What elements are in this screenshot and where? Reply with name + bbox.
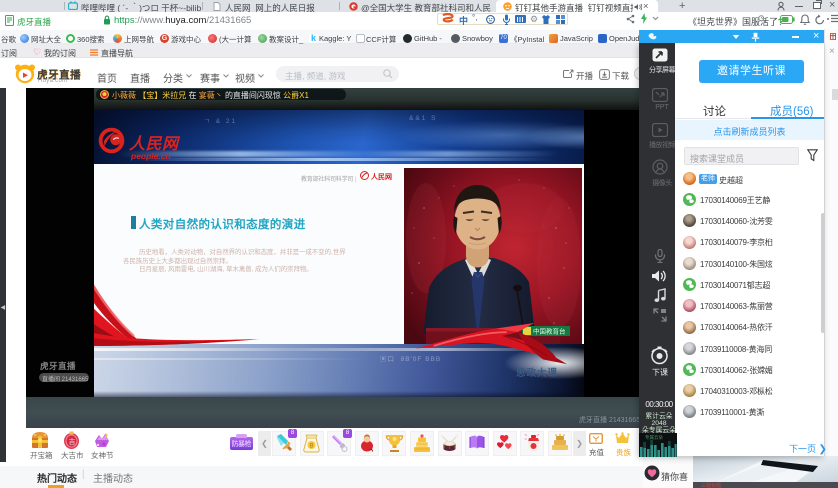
svg-text:B: B (310, 444, 314, 450)
svg-text:专属云朵: 专属云朵 (645, 434, 663, 441)
svg-text:三题标题: 三题标题 (701, 482, 721, 488)
svg-text:吉: 吉 (69, 438, 76, 446)
